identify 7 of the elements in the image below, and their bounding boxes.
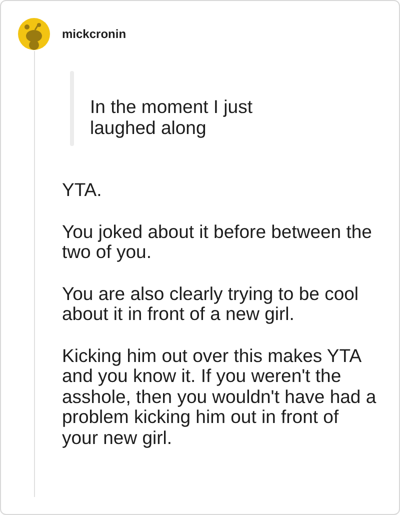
comment-paragraph: Kicking him out over this makes YTA and you know it. If you weren't the asshole, then you wouldn't have had a problem kicking him out in front of your new girl. xyxy=(62,346,377,448)
comment-paragraph: You joked about it before between the two of you. xyxy=(62,222,373,262)
username[interactable]: mickcronin xyxy=(62,27,126,41)
comment-paragraph: YTA. xyxy=(62,180,103,200)
comment-paragraph: You are also clearly trying to be cool about it in front of a new girl. xyxy=(62,284,360,324)
avatar-icon xyxy=(17,17,51,51)
quote-text: In the moment I just laughed along xyxy=(90,96,254,140)
